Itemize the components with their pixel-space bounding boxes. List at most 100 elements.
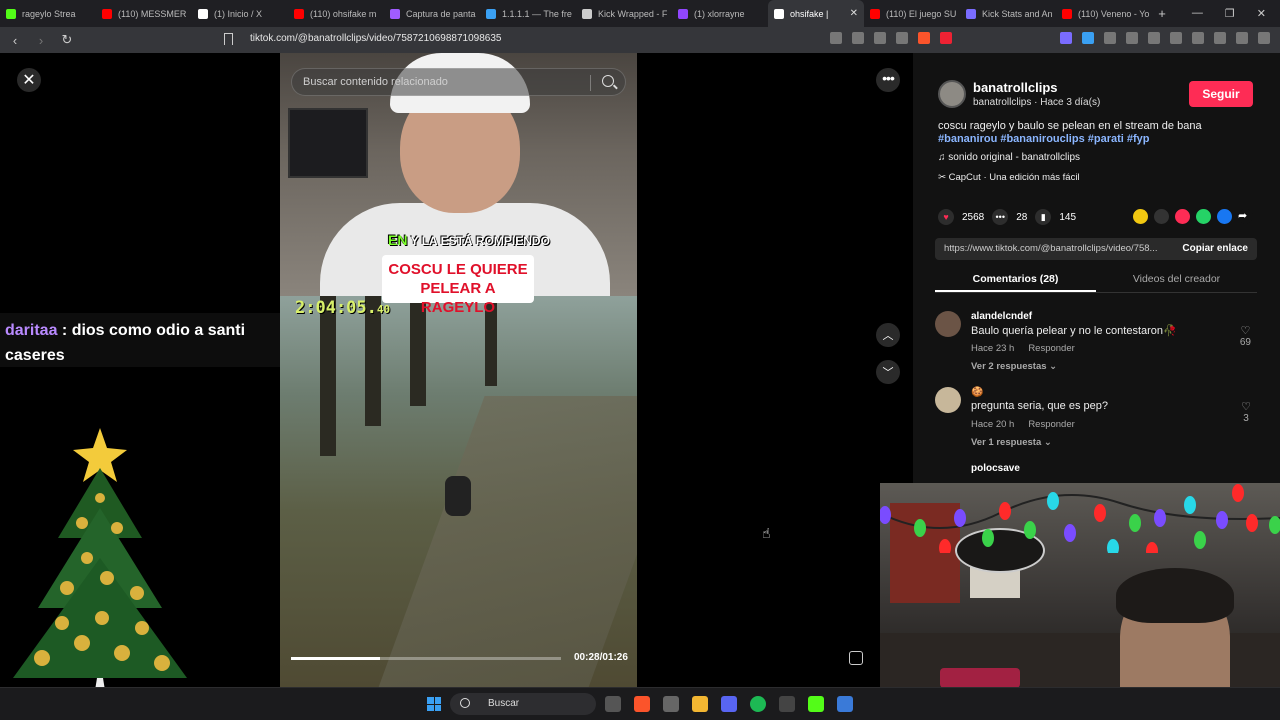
tab-label: ohsifake | <box>790 8 829 19</box>
brave-shield-icon[interactable] <box>918 32 930 44</box>
follow-button[interactable]: Seguir <box>1189 81 1253 107</box>
tab-label: 1.1.1.1 — The fre <box>502 8 572 19</box>
profile-icon[interactable] <box>1214 32 1226 44</box>
minimize-icon[interactable]: — <box>1192 7 1203 20</box>
video-progress-bar[interactable] <box>291 657 561 660</box>
tab-favicon-icon <box>1062 8 1072 19</box>
settings-icon[interactable] <box>663 696 679 712</box>
address-bar: ‹ › ↻ tiktok.com/@banatrollclips/video/7… <box>0 27 1280 53</box>
wallet-icon[interactable] <box>1192 32 1204 44</box>
comment-like-button[interactable]: ♡ 3 <box>1241 400 1251 424</box>
previous-video-button[interactable]: ︿ <box>876 323 900 347</box>
search-icon[interactable] <box>602 75 614 87</box>
shield-icon[interactable] <box>1236 32 1248 44</box>
bookmark-icon[interactable]: ▮ <box>1035 209 1052 225</box>
translate-icon[interactable] <box>874 32 886 44</box>
tab-creator-videos[interactable]: Videos del creador <box>1096 267 1257 292</box>
reload-icon[interactable]: ↻ <box>60 32 74 48</box>
more-options-button[interactable]: ••• <box>876 68 900 92</box>
tab-comments[interactable]: Comentarios (28) <box>935 267 1096 292</box>
share-icon[interactable] <box>1133 209 1148 224</box>
comment-icon[interactable]: ••• <box>992 209 1009 225</box>
reply-button[interactable]: Responder <box>1028 343 1074 354</box>
floating-player-icon[interactable] <box>849 651 863 665</box>
creator-avatar[interactable] <box>938 80 966 108</box>
browser-tab[interactable]: (1) xlorrayne <box>672 0 768 27</box>
taskbar-search[interactable]: Buscar <box>450 693 596 715</box>
extension-icon[interactable] <box>1104 32 1116 44</box>
share-icon[interactable] <box>896 32 908 44</box>
whatsapp-icon[interactable] <box>1196 209 1211 224</box>
related-search-input[interactable]: Buscar contenido relacionado <box>291 68 626 96</box>
browser-tab[interactable]: rageylo Strea <box>0 0 96 27</box>
close-video-button[interactable]: ✕ <box>17 68 41 92</box>
chat-username: daritaa <box>5 322 58 339</box>
christmas-lights-decoration <box>880 484 1280 553</box>
share-arrow-icon[interactable]: ➦ <box>1238 209 1253 224</box>
extension-icon[interactable] <box>1082 32 1094 44</box>
like-icon[interactable]: ♥ <box>938 209 954 225</box>
video-time: 00:28/01:26 <box>574 652 628 663</box>
tab-favicon-icon <box>582 8 592 19</box>
rewards-icon[interactable] <box>940 32 952 44</box>
embed-icon[interactable] <box>1154 209 1169 224</box>
reply-button[interactable]: Responder <box>1028 419 1074 430</box>
video-link-field[interactable]: https://www.tiktok.com/@banatrollclips/v… <box>935 238 1257 260</box>
tiktok-video-page: ✕ EN Y LA ESTÁ ROMPIENDO COSCU LE QUIERE… <box>0 53 1280 703</box>
comment-like-button[interactable]: ♡ 69 <box>1240 324 1251 348</box>
creator-username[interactable]: banatrollclips <box>973 80 1058 95</box>
store-icon[interactable] <box>837 696 853 712</box>
view-replies-button[interactable]: Ver 1 respuesta ⌄ <box>971 437 1052 448</box>
cast-icon[interactable] <box>852 32 864 44</box>
music-icon[interactable] <box>1148 32 1160 44</box>
extension-icon[interactable] <box>1126 32 1138 44</box>
brave-icon[interactable] <box>634 696 650 712</box>
browser-tab[interactable]: Captura de panta <box>384 0 480 27</box>
browser-tab[interactable]: Kick Stats and An <box>960 0 1056 27</box>
tab-favicon-icon <box>870 8 880 19</box>
close-window-icon[interactable]: ✕ <box>1257 7 1266 20</box>
new-tab-button[interactable]: + <box>1152 6 1172 21</box>
heart-outline-icon: ♡ <box>1240 325 1251 337</box>
browser-tab[interactable]: Kick Wrapped - F <box>576 0 672 27</box>
camera-off-icon[interactable] <box>830 32 842 44</box>
browser-tab[interactable]: (110) El juego SU <box>864 0 960 27</box>
menu-icon[interactable] <box>1258 32 1270 44</box>
close-tab-icon[interactable]: ✕ <box>850 8 858 19</box>
browser-tab[interactable]: ohsifake | ✕ <box>768 0 864 27</box>
browser-tab[interactable]: (1) Inicio / X <box>192 0 288 27</box>
discord-icon[interactable] <box>721 696 737 712</box>
capcut-link[interactable]: ✂ CapCut · Una edición más fácil <box>938 172 1080 183</box>
copy-link-button[interactable]: Copiar enlace <box>1182 243 1248 254</box>
post-hashtags[interactable]: #bananirou #bananirouclips #parati #fyp <box>938 133 1150 145</box>
facebook-icon[interactable] <box>1217 209 1232 224</box>
forward-icon[interactable]: › <box>34 33 48 48</box>
file-explorer-icon[interactable] <box>692 696 708 712</box>
bookmark-icon[interactable] <box>224 33 233 45</box>
view-replies-button[interactable]: Ver 2 respuestas ⌄ <box>971 361 1057 372</box>
url-field[interactable]: tiktok.com/@banatrollclips/video/7587210… <box>250 33 501 44</box>
windows-start-icon[interactable] <box>427 697 441 711</box>
next-video-button[interactable]: ﹀ <box>876 360 900 384</box>
browser-tab[interactable]: (110) MESSMER <box>96 0 192 27</box>
app-icon[interactable] <box>779 696 795 712</box>
sound-link[interactable]: ♫ sonido original - banatrollclips <box>938 152 1080 163</box>
commenter-avatar[interactable] <box>935 387 961 413</box>
kick-icon[interactable] <box>808 696 824 712</box>
send-icon[interactable] <box>1175 209 1190 224</box>
video-caption-top: EN Y LA ESTÁ ROMPIENDO <box>388 232 550 248</box>
browser-tab[interactable]: (110) Veneno - Yo <box>1056 0 1152 27</box>
browser-tab[interactable]: (110) ohsifake m <box>288 0 384 27</box>
sidebar-icon[interactable] <box>1170 32 1182 44</box>
back-icon[interactable]: ‹ <box>8 33 22 48</box>
maximize-icon[interactable]: ❐ <box>1225 7 1235 20</box>
commenter-avatar[interactable] <box>935 311 961 337</box>
tab-label: (1) Inicio / X <box>214 8 263 19</box>
spotify-icon[interactable] <box>750 696 766 712</box>
extension-icon[interactable] <box>1060 32 1072 44</box>
video-player[interactable]: EN Y LA ESTÁ ROMPIENDO COSCU LE QUIERE P… <box>280 53 637 687</box>
url-actions <box>830 32 952 44</box>
browser-tab[interactable]: 1.1.1.1 — The fre <box>480 0 576 27</box>
task-view-icon[interactable] <box>605 696 621 712</box>
share-buttons: ➦ <box>1133 209 1253 224</box>
